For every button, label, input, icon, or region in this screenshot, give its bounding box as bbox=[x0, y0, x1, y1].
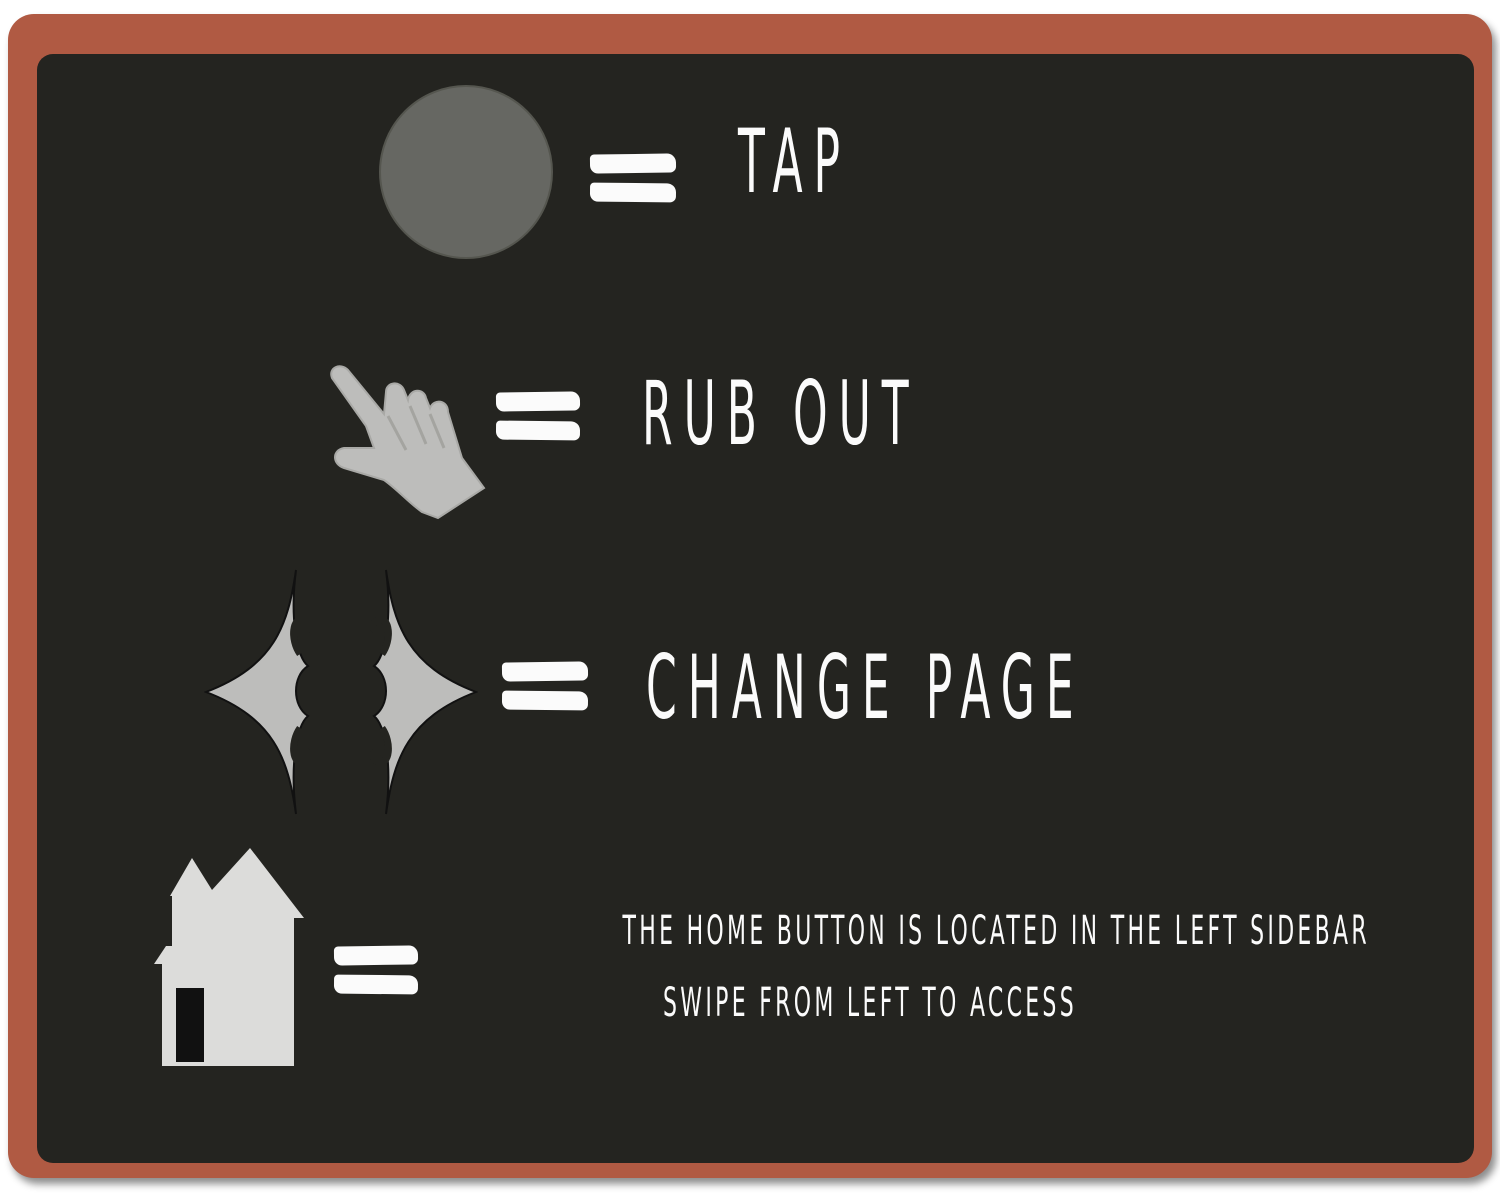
equals-sign bbox=[333, 945, 419, 995]
gesture-label-rub-out: RUB OUT bbox=[642, 362, 920, 465]
gesture-label-tap: TAP bbox=[738, 110, 852, 213]
equals-sign bbox=[589, 153, 677, 203]
home-instruction-line-1: THE HOME BUTTON IS LOCATED IN THE LEFT S… bbox=[622, 908, 1370, 954]
equals-sign bbox=[495, 391, 581, 441]
pointing-hand-icon bbox=[326, 362, 490, 522]
tap-circle-icon bbox=[378, 84, 554, 260]
page-arrows-icon bbox=[203, 566, 479, 818]
house-icon bbox=[152, 846, 308, 1068]
equals-sign bbox=[501, 661, 589, 711]
gesture-label-change-page: CHANGE PAGE bbox=[646, 636, 1085, 739]
home-instruction-line-2: SWIPE FROM LEFT TO ACCESS bbox=[663, 980, 1077, 1026]
